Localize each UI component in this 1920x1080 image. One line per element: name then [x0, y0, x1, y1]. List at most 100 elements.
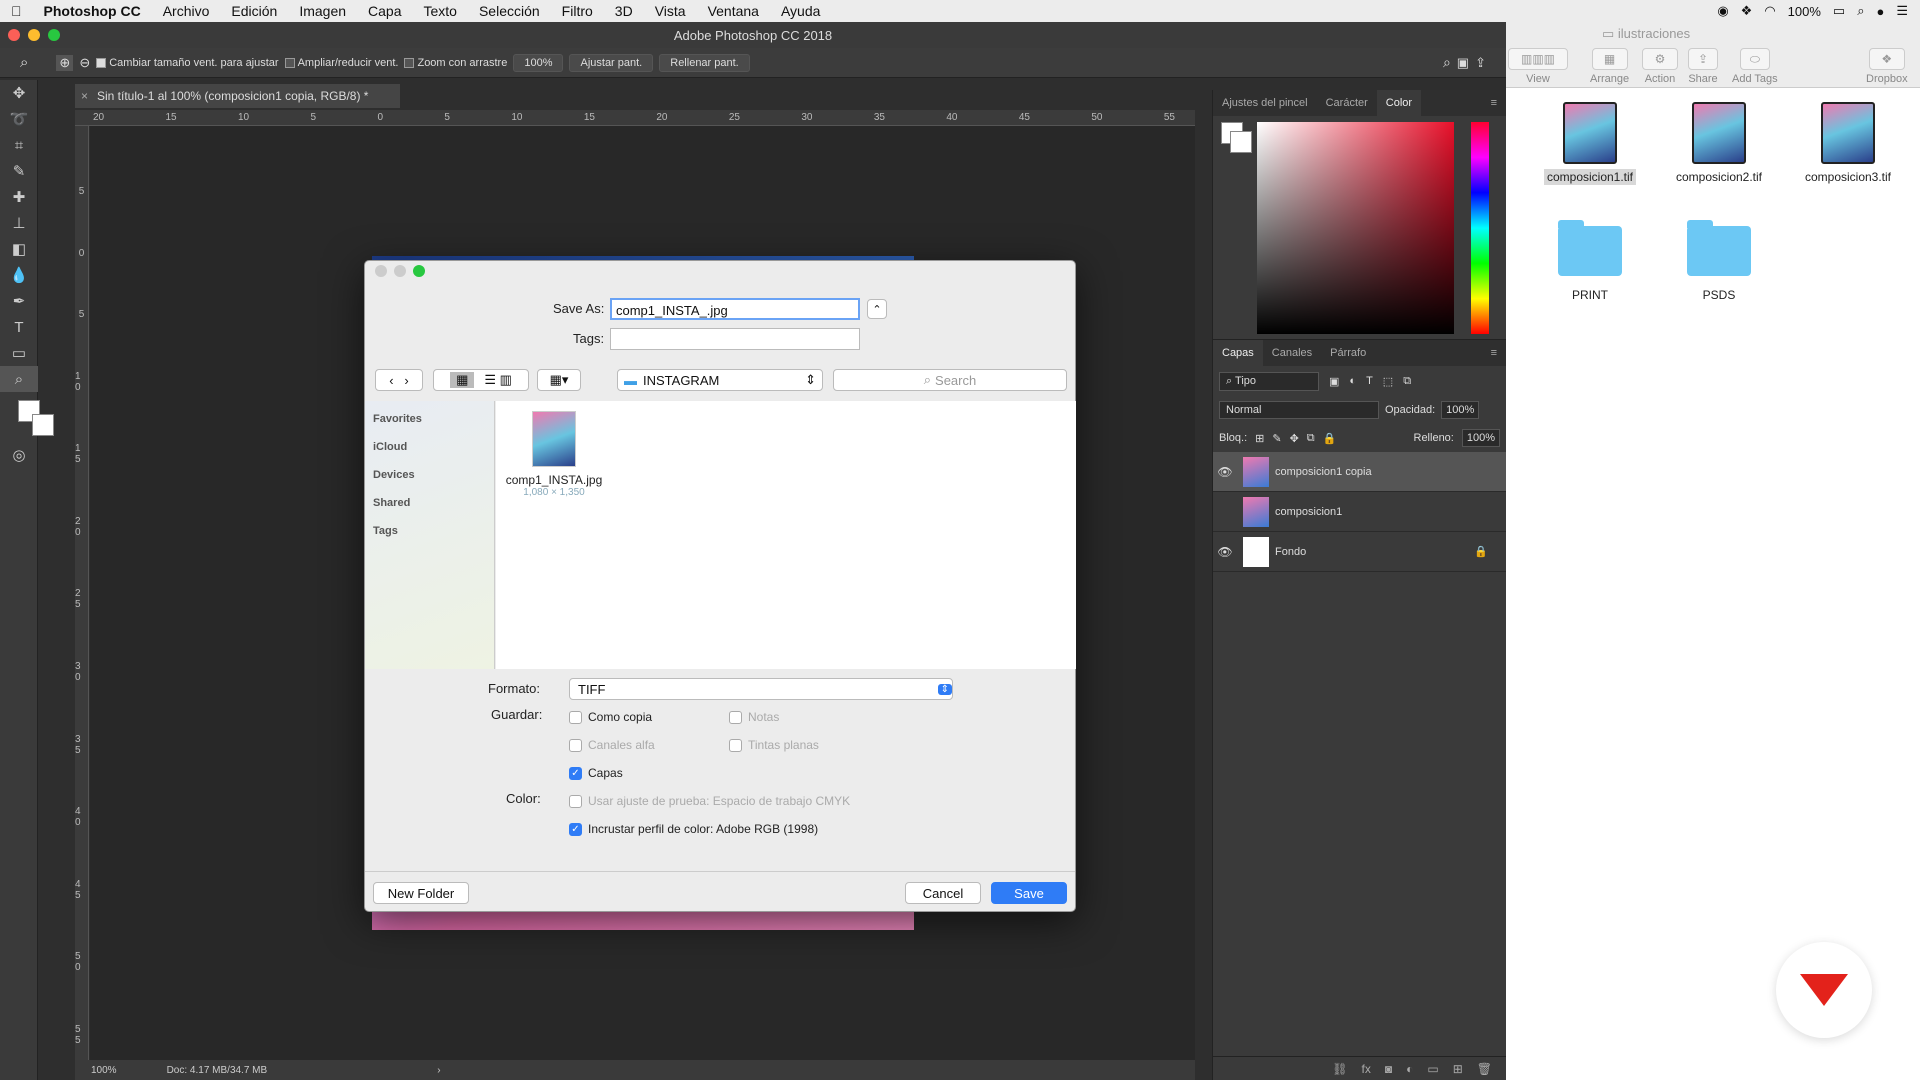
background-swatch[interactable] — [1230, 131, 1252, 153]
tab-character[interactable]: Carácter — [1317, 97, 1377, 109]
file-item[interactable]: comp1_INSTA.jpg 1,080 × 1,350 — [504, 411, 604, 498]
layer-row[interactable]: composicion1 — [1213, 492, 1506, 532]
menu-archivo[interactable]: Archivo — [152, 3, 221, 19]
resize-windows-checkbox[interactable]: Cambiar tamaño vent. para ajustar — [96, 57, 279, 69]
cancel-button[interactable]: Cancel — [905, 882, 981, 904]
sidebar-devices[interactable]: Devices — [373, 469, 415, 481]
scrubby-zoom-checkbox[interactable]: Zoom con arrastre — [404, 57, 507, 69]
apple-menu-icon[interactable]:  — [0, 3, 33, 19]
sidebar-shared[interactable]: Shared — [373, 497, 410, 509]
share-icon[interactable]: ⇪ — [1475, 55, 1486, 71]
color-field[interactable] — [1257, 122, 1454, 334]
menu-imagen[interactable]: Imagen — [288, 3, 357, 19]
zoom-all-checkbox[interactable]: Ampliar/reducir vent. — [284, 57, 398, 69]
layer-kind-filter[interactable]: ⌕ Tipo — [1219, 371, 1319, 391]
tags-input[interactable] — [610, 328, 860, 350]
menu-capa[interactable]: Capa — [357, 3, 412, 19]
sidebar-icloud[interactable]: iCloud — [373, 441, 407, 453]
minimize-window-icon[interactable] — [28, 29, 40, 41]
embed-profile-checkbox[interactable]: ✓ Incrustar perfil de color: Adobe RGB (1… — [569, 822, 818, 836]
mask-icon[interactable]: ◙ — [1385, 1062, 1392, 1076]
menu-edicion[interactable]: Edición — [220, 3, 288, 19]
share-button[interactable]: ⇪ Share — [1688, 48, 1718, 85]
zoom-value-field[interactable]: 100% — [513, 53, 564, 72]
fill-field[interactable]: 100% — [1461, 429, 1500, 447]
tab-channels[interactable]: Canales — [1263, 347, 1321, 359]
layers-checkbox[interactable]: ✓ Capas — [569, 766, 623, 780]
lock-artboard-icon[interactable]: ⧉ — [1307, 432, 1315, 445]
status-zoom[interactable]: 100% — [91, 1065, 117, 1076]
trash-icon[interactable]: 🗑 — [1477, 1062, 1492, 1076]
blend-mode-select[interactable]: Normal — [1219, 401, 1379, 419]
menu-ayuda[interactable]: Ayuda — [770, 3, 831, 19]
filter-adjust-icon[interactable]: ◐ — [1349, 375, 1356, 387]
close-tab-icon[interactable]: × — [81, 89, 88, 103]
notification-icon[interactable]: ☰ — [1896, 3, 1908, 19]
color-swatches[interactable] — [0, 392, 54, 442]
fx-icon[interactable]: fx — [1362, 1062, 1371, 1076]
as-copy-checkbox[interactable]: Como copia — [569, 710, 652, 724]
folder-print[interactable]: PRINT — [1530, 220, 1650, 302]
rectangle-tool-icon[interactable]: ▭ — [0, 340, 38, 366]
folder-psds[interactable]: PSDS — [1659, 220, 1779, 302]
new-folder-button[interactable]: New Folder — [373, 882, 469, 904]
back-forward-buttons[interactable]: ‹ › — [375, 369, 423, 391]
menu-3d[interactable]: 3D — [604, 3, 644, 19]
menu-seleccion[interactable]: Selección — [468, 3, 551, 19]
location-select[interactable]: ▬ INSTAGRAM ⇕ — [617, 369, 823, 391]
document-tab[interactable]: × Sin título-1 al 100% (composicion1 cop… — [75, 84, 400, 108]
tab-paragraph[interactable]: Párrafo — [1321, 347, 1375, 359]
type-tool-icon[interactable]: T — [0, 314, 38, 340]
tab-color[interactable]: Color — [1376, 90, 1422, 116]
proof-setup-checkbox[interactable]: Usar ajuste de prueba: Espacio de trabaj… — [569, 794, 850, 808]
save-button[interactable]: Save — [991, 882, 1067, 904]
file-composicion1[interactable]: composicion1.tif — [1530, 102, 1650, 185]
tab-brush-settings[interactable]: Ajustes del pincel — [1213, 97, 1317, 109]
action-button[interactable]: ⚙ Action — [1642, 48, 1678, 85]
healing-tool-icon[interactable]: ✚ — [0, 184, 38, 210]
group-button[interactable]: ▦▾ — [537, 369, 581, 391]
arrange-button[interactable]: ▦ Arrange — [1590, 48, 1629, 85]
brush-tool-icon[interactable]: ✎ — [0, 158, 38, 184]
search-input[interactable]: ⌕ Search — [833, 369, 1067, 391]
crop-tool-icon[interactable]: ⌗ — [0, 132, 38, 158]
layer-row[interactable]: 👁 Fondo 🔒 — [1213, 532, 1506, 572]
spotlight-icon[interactable]: ⌕ — [1857, 3, 1864, 19]
opacity-field[interactable]: 100% — [1441, 401, 1480, 419]
view-button[interactable]: ▥▥▥ View — [1508, 48, 1568, 85]
filter-shape-icon[interactable]: ⬚ — [1383, 375, 1393, 388]
cc-icon[interactable]: ◉ — [1717, 3, 1728, 19]
panel-menu-icon[interactable]: ≡ — [1482, 97, 1506, 109]
save-as-input[interactable]: comp1_INSTA_.jpg — [610, 298, 860, 320]
lock-pixels-icon[interactable]: ⊞ — [1255, 432, 1264, 445]
dialog-minimize-icon[interactable] — [394, 265, 406, 277]
dialog-close-icon[interactable] — [375, 265, 387, 277]
filter-smart-icon[interactable]: ⧉ — [1403, 375, 1411, 388]
dropbox-button[interactable]: ❖ Dropbox — [1866, 48, 1908, 85]
menu-app-name[interactable]: Photoshop CC — [33, 3, 152, 19]
file-composicion2[interactable]: composicion2.tif — [1659, 102, 1779, 184]
siri-icon[interactable]: ● — [1876, 4, 1884, 19]
hue-slider[interactable] — [1471, 122, 1489, 334]
new-layer-icon[interactable]: ⊞ — [1453, 1062, 1463, 1076]
quick-mask-icon[interactable]: ◎ — [0, 442, 38, 468]
fill-screen-button[interactable]: Rellenar pant. — [659, 53, 750, 72]
group-icon[interactable]: ▭ — [1427, 1062, 1438, 1076]
dialog-zoom-icon[interactable] — [413, 265, 425, 277]
battery-icon[interactable]: ▭ — [1833, 3, 1845, 19]
notes-checkbox[interactable]: Notas — [729, 710, 779, 724]
dropbox-icon[interactable]: ❖ — [1741, 3, 1753, 19]
fit-screen-button[interactable]: Ajustar pant. — [569, 53, 654, 72]
move-tool-icon[interactable]: ✥ — [0, 80, 38, 106]
link-layers-icon[interactable]: ⛓ — [1332, 1062, 1347, 1076]
menu-filtro[interactable]: Filtro — [551, 3, 604, 19]
zoom-tool-icon[interactable]: ⌕ — [20, 54, 28, 71]
filter-image-icon[interactable]: ▣ — [1329, 375, 1339, 388]
zoom-out-icon[interactable]: ⊖ — [79, 55, 90, 71]
lasso-tool-icon[interactable]: ➰ — [0, 106, 38, 132]
menu-texto[interactable]: Texto — [413, 3, 468, 19]
add-tags-button[interactable]: ⬭ Add Tags — [1732, 48, 1778, 85]
menu-vista[interactable]: Vista — [644, 3, 697, 19]
stamp-tool-icon[interactable]: ⊥ — [0, 210, 38, 236]
eraser-tool-icon[interactable]: ◧ — [0, 236, 38, 262]
